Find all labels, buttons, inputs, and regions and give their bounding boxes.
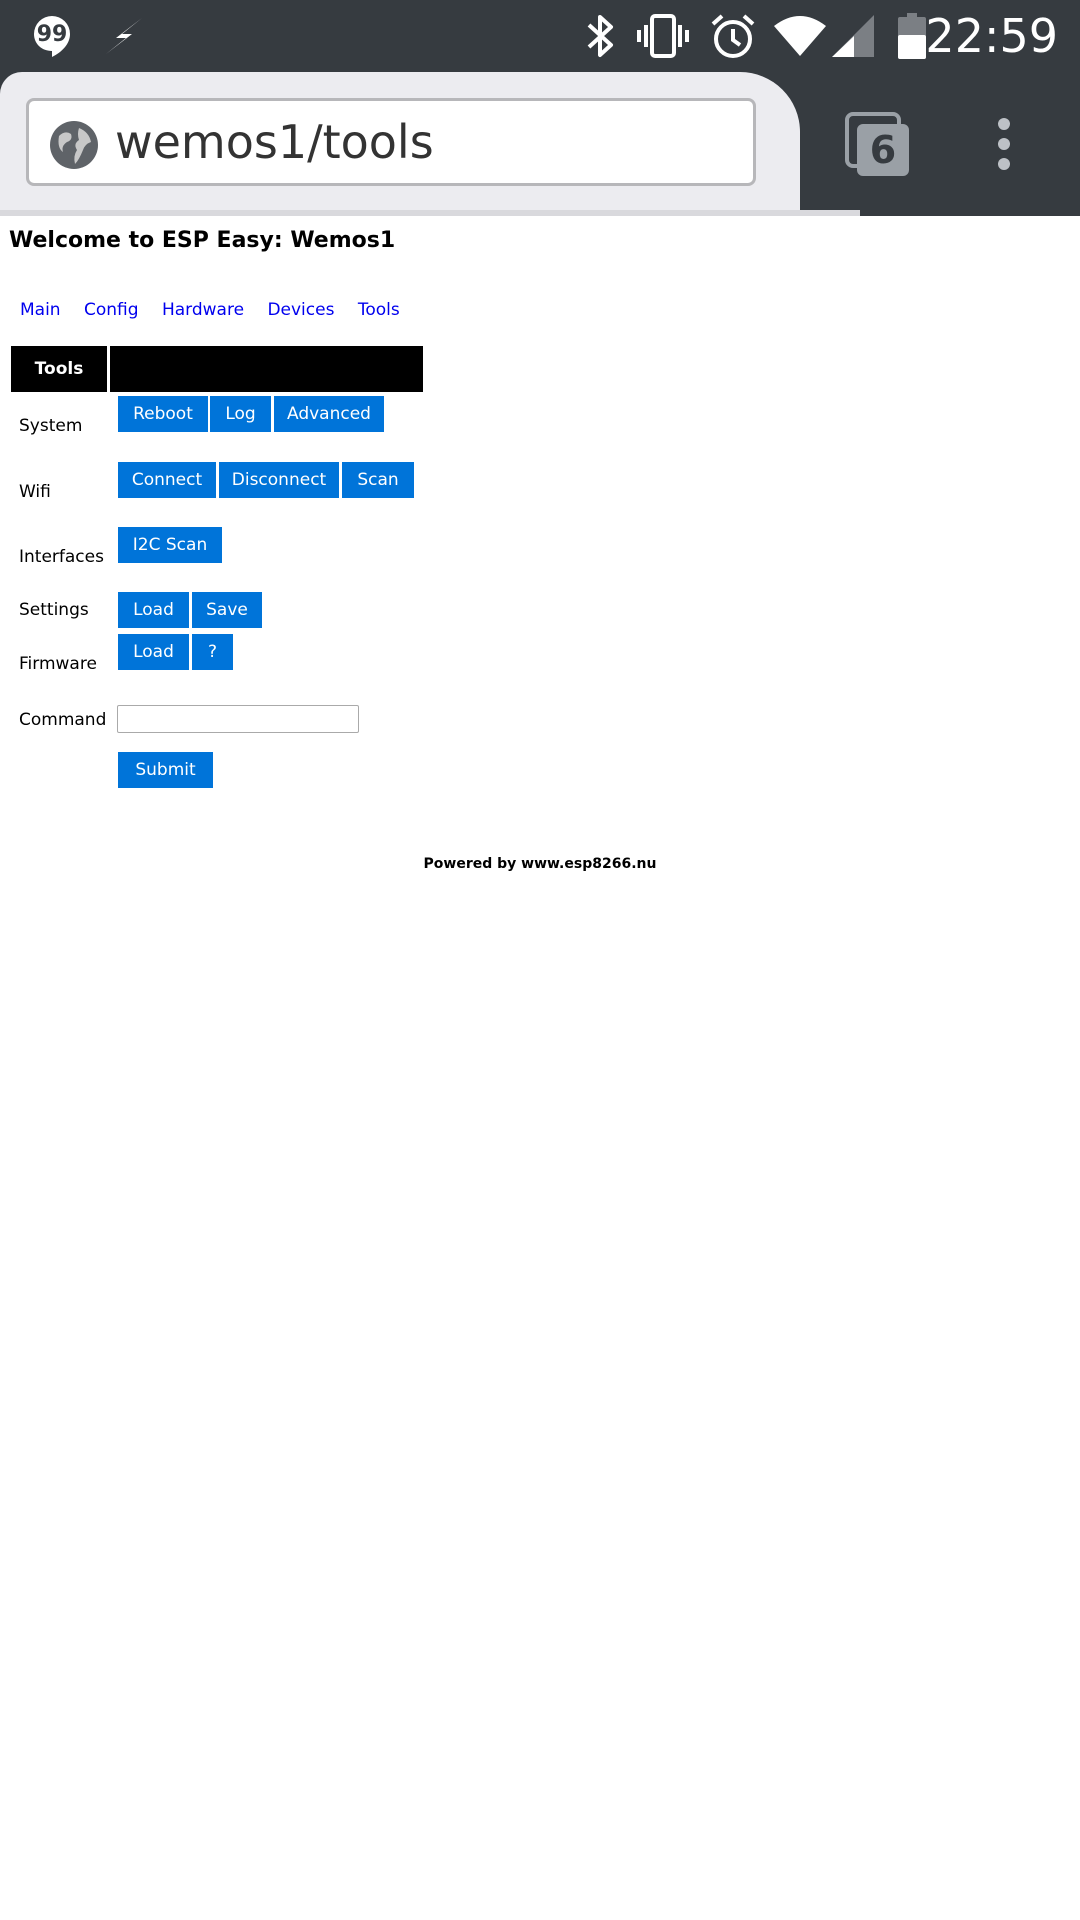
row-label-settings: Settings: [19, 600, 89, 620]
vibrate-icon: [636, 0, 690, 72]
battery-icon: [896, 0, 928, 72]
disconnect-button[interactable]: Disconnect: [219, 462, 339, 498]
nav-config[interactable]: Config: [84, 300, 139, 320]
browser-toolbar: wemos1/tools 6: [0, 72, 1080, 216]
firmware-load-button[interactable]: Load: [118, 634, 189, 670]
nav-menu: Main Config Hardware Devices Tools: [20, 300, 418, 320]
tab-card: wemos1/tools: [0, 72, 800, 212]
firmware-help-button[interactable]: ?: [192, 634, 233, 670]
advanced-button[interactable]: Advanced: [274, 396, 384, 432]
settings-save-button[interactable]: Save: [192, 592, 262, 628]
log-button[interactable]: Log: [210, 396, 271, 432]
table-header-blank: [110, 346, 423, 392]
toolbar-divider: [0, 210, 860, 216]
settings-load-button[interactable]: Load: [118, 592, 189, 628]
hangouts-icon: 99: [30, 0, 74, 72]
url-text: wemos1/tools: [115, 115, 434, 169]
lightning-icon: [102, 0, 146, 72]
i2c-scan-button[interactable]: I2C Scan: [118, 527, 222, 563]
svg-text:99: 99: [37, 22, 68, 47]
page-title: Welcome to ESP Easy: Wemos1: [9, 228, 396, 253]
row-label-command: Command: [19, 710, 107, 730]
row-label-firmware: Firmware: [19, 654, 97, 674]
scan-button[interactable]: Scan: [342, 462, 414, 498]
bluetooth-icon: [582, 0, 618, 72]
reboot-button[interactable]: Reboot: [118, 396, 208, 432]
globe-icon: [49, 120, 99, 170]
row-label-interfaces: Interfaces: [19, 547, 104, 567]
tab-count: 6: [869, 128, 897, 172]
nav-tools[interactable]: Tools: [358, 300, 400, 320]
tab-switcher-button[interactable]: 6: [845, 112, 911, 178]
nav-hardware[interactable]: Hardware: [162, 300, 244, 320]
submit-button[interactable]: Submit: [118, 752, 213, 788]
address-bar[interactable]: wemos1/tools: [26, 98, 756, 186]
connect-button[interactable]: Connect: [118, 462, 216, 498]
nav-devices[interactable]: Devices: [267, 300, 334, 320]
wifi-icon: [772, 0, 828, 72]
clock-time: 22:59: [925, 9, 1058, 63]
nav-main[interactable]: Main: [20, 300, 61, 320]
command-input[interactable]: [117, 705, 359, 733]
table-header-tools: Tools: [11, 346, 107, 392]
overflow-menu-icon[interactable]: [992, 116, 1016, 172]
footer-text: Powered by www.esp8266.nu: [423, 856, 657, 872]
row-label-wifi: Wifi: [19, 482, 51, 502]
signal-icon: [832, 0, 876, 72]
status-bar: 99 22:59: [0, 0, 1080, 72]
alarm-icon: [708, 0, 758, 72]
row-label-system: System: [19, 416, 83, 436]
